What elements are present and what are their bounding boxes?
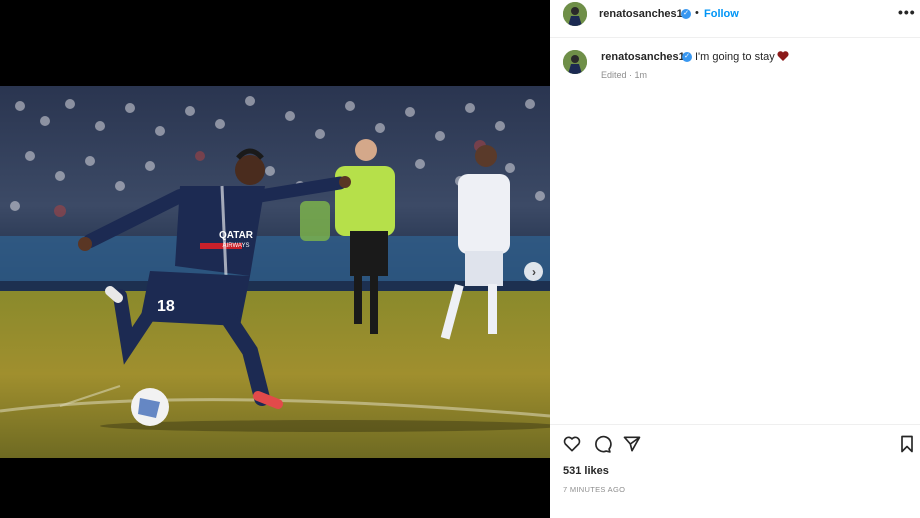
avatar[interactable] [563, 2, 587, 26]
more-icon[interactable]: ••• [898, 4, 916, 20]
sponsor-line2: AIRWAYS [223, 243, 250, 249]
verified-badge-icon: ✓ [681, 9, 691, 19]
caption-meta: Edited · 1m [601, 70, 648, 80]
caption-text: I'm going to stay [695, 51, 775, 63]
caption-avatar[interactable] [563, 50, 587, 74]
caption-verified-badge-icon: ✓ [682, 52, 692, 62]
caption-username[interactable]: renatosanches18 [601, 51, 691, 63]
next-photo-button[interactable]: › [524, 262, 543, 281]
actions-divider [550, 424, 920, 425]
shirt-number: 18 [157, 298, 175, 315]
bookmark-icon[interactable] [897, 434, 917, 454]
follow-button[interactable]: Follow [704, 8, 739, 20]
sponsor-line1: QATAR [219, 230, 254, 241]
heart-emoji-icon [777, 51, 789, 61]
heart-icon[interactable] [562, 434, 582, 454]
separator-dot: • [695, 7, 699, 19]
post-username[interactable]: renatosanches18 [599, 8, 689, 20]
share-icon[interactable] [622, 434, 642, 454]
media-panel: QATAR AIRWAYS 18 › [0, 0, 550, 518]
likes-count[interactable]: 531 likes [563, 465, 609, 477]
post-side-panel: renatosanches18 ✓ • Follow ••• renatosan… [550, 0, 920, 518]
post-time: 7 MINUTES AGO [563, 485, 626, 494]
post-header: renatosanches18 ✓ • Follow ••• [550, 0, 920, 38]
comment-icon[interactable] [592, 434, 612, 454]
post-photo: QATAR AIRWAYS 18 [0, 86, 550, 458]
next-arrow-icon: › [532, 264, 536, 279]
